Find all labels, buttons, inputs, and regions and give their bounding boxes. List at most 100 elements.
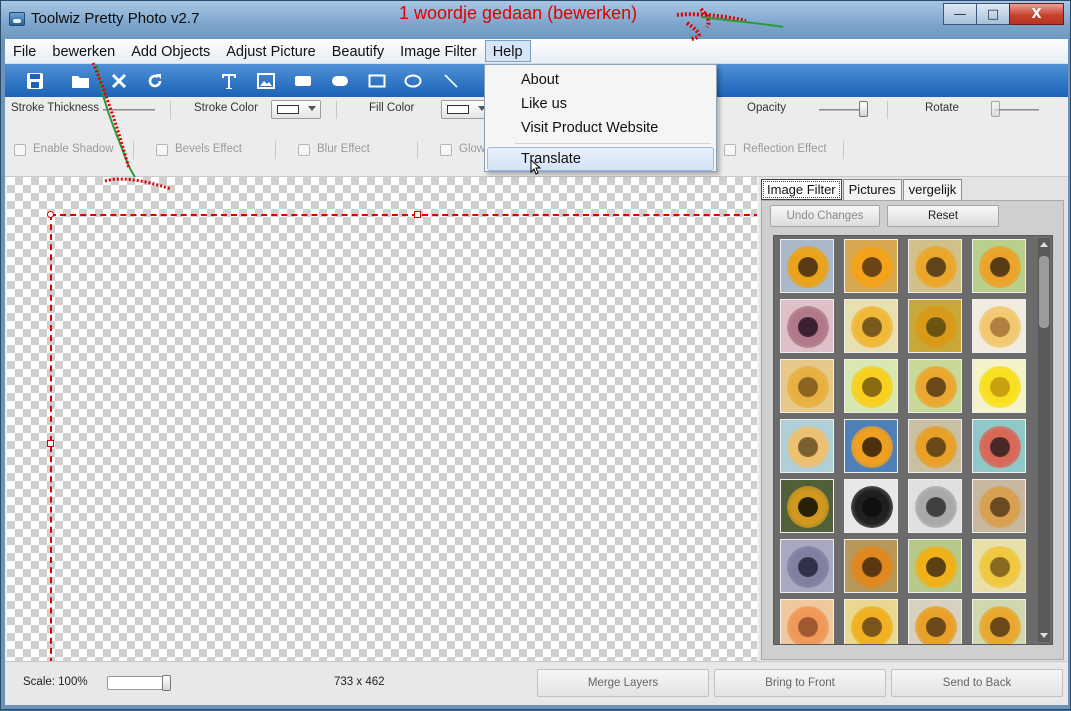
- menu-item-about[interactable]: About: [487, 68, 714, 92]
- menu-bar: File bewerken Add Objects Adjust Picture…: [5, 39, 1068, 64]
- save-icon[interactable]: [23, 69, 47, 93]
- filter-thumbnail[interactable]: [780, 479, 834, 533]
- glow-effect-checkbox[interactable]: [440, 144, 452, 156]
- menu-image-filter[interactable]: Image Filter: [392, 40, 485, 62]
- filter-thumbnail[interactable]: [780, 419, 834, 473]
- scale-slider-thumb[interactable]: [162, 675, 171, 691]
- menu-adjust-picture[interactable]: Adjust Picture: [218, 40, 323, 62]
- opacity-slider-thumb[interactable]: [859, 101, 868, 117]
- filter-thumbnail[interactable]: [908, 239, 962, 293]
- sunflower-center: [862, 377, 882, 397]
- filled-rect-icon[interactable]: [291, 69, 315, 93]
- reset-button[interactable]: Reset: [887, 205, 999, 227]
- filter-thumbnail[interactable]: [844, 239, 898, 293]
- rectangle-icon[interactable]: [365, 69, 389, 93]
- maximize-button[interactable]: □: [976, 3, 1010, 25]
- undo-changes-button[interactable]: Undo Changes: [770, 205, 880, 227]
- reflection-effect-checkbox[interactable]: [724, 144, 736, 156]
- filter-thumbnail[interactable]: [844, 299, 898, 353]
- menu-bewerken[interactable]: bewerken: [44, 40, 123, 62]
- stroke-thickness-slider[interactable]: [103, 109, 155, 111]
- delete-icon[interactable]: [107, 69, 131, 93]
- sunflower-center: [862, 437, 882, 457]
- rotate-slider[interactable]: [995, 109, 1039, 111]
- scroll-up-icon[interactable]: [1040, 242, 1048, 247]
- image-icon[interactable]: [254, 69, 278, 93]
- filter-thumbnail[interactable]: [908, 599, 962, 644]
- scroll-down-icon[interactable]: [1040, 633, 1048, 638]
- sunflower-center: [798, 377, 818, 397]
- canvas-dimensions: 733 x 462: [334, 676, 385, 688]
- menu-item-translate[interactable]: Translate: [487, 147, 714, 171]
- scrollbar-thumb[interactable]: [1039, 256, 1049, 328]
- divider: [417, 141, 418, 159]
- filter-thumbnail[interactable]: [780, 239, 834, 293]
- bevels-effect-checkbox[interactable]: [156, 144, 168, 156]
- filter-thumbnail[interactable]: [972, 419, 1026, 473]
- resize-handle-left[interactable]: [47, 440, 54, 447]
- filter-thumbnail[interactable]: [908, 359, 962, 413]
- filter-thumbnail[interactable]: [908, 539, 962, 593]
- tab-image-filter[interactable]: Image Filter: [761, 179, 842, 200]
- filter-thumbnail[interactable]: [780, 599, 834, 644]
- rotate-label: Rotate: [925, 102, 959, 114]
- menu-item-like-us[interactable]: Like us: [487, 92, 714, 116]
- stroke-color-picker[interactable]: [271, 100, 321, 119]
- menu-item-visit-website[interactable]: Visit Product Website: [487, 116, 714, 140]
- menu-help[interactable]: Help: [484, 40, 531, 62]
- rounded-rect-icon[interactable]: [328, 69, 352, 93]
- filter-thumbnail[interactable]: [972, 239, 1026, 293]
- filter-thumbnail[interactable]: [844, 539, 898, 593]
- bring-to-front-button[interactable]: Bring to Front: [714, 669, 886, 697]
- rotate-slider-thumb[interactable]: [991, 101, 1000, 117]
- filter-thumbnail[interactable]: [780, 299, 834, 353]
- filter-thumbnail[interactable]: [780, 539, 834, 593]
- filter-thumbnail[interactable]: [844, 419, 898, 473]
- sunflower-center: [926, 257, 946, 277]
- send-to-back-button[interactable]: Send to Back: [891, 669, 1063, 697]
- sunflower-center: [926, 617, 946, 637]
- close-button[interactable]: X: [1009, 3, 1064, 25]
- filter-thumbnail[interactable]: [908, 299, 962, 353]
- menu-file[interactable]: File: [5, 40, 44, 62]
- rotate-handle[interactable]: [47, 211, 54, 218]
- tab-vergelijk[interactable]: vergelijk: [902, 179, 963, 200]
- enable-shadow-checkbox[interactable]: [14, 144, 26, 156]
- title-bar[interactable]: Toolwiz Pretty Photo v2.7 1 woordje geda…: [1, 1, 1070, 39]
- minimize-button[interactable]: —: [943, 3, 977, 25]
- refresh-icon[interactable]: [143, 69, 167, 93]
- merge-layers-button[interactable]: Merge Layers: [537, 669, 709, 697]
- blur-effect-checkbox[interactable]: [298, 144, 310, 156]
- tab-pictures[interactable]: Pictures: [842, 179, 902, 200]
- filter-thumbnail[interactable]: [844, 359, 898, 413]
- menu-add-objects[interactable]: Add Objects: [123, 40, 218, 62]
- filter-thumbnail[interactable]: [844, 599, 898, 644]
- glow-effect-label: Glow: [459, 143, 486, 155]
- filter-thumbnail[interactable]: [908, 419, 962, 473]
- filter-thumbnail[interactable]: [780, 359, 834, 413]
- open-folder-icon[interactable]: [69, 69, 93, 93]
- filter-thumbnail[interactable]: [972, 479, 1026, 533]
- ellipse-icon[interactable]: [401, 69, 425, 93]
- filter-thumbnail[interactable]: [844, 479, 898, 533]
- filter-thumbnail[interactable]: [972, 539, 1026, 593]
- side-panel: Image Filter Pictures vergelijk Undo Cha…: [759, 177, 1068, 661]
- scale-slider[interactable]: [107, 676, 169, 690]
- text-icon[interactable]: [217, 69, 241, 93]
- sunflower-center: [990, 497, 1010, 517]
- filter-thumbnail[interactable]: [972, 359, 1026, 413]
- line-icon[interactable]: [439, 69, 463, 93]
- filter-thumbnail[interactable]: [972, 599, 1026, 644]
- sunflower-center: [798, 557, 818, 577]
- filter-thumbnail-grid: [773, 235, 1053, 645]
- menu-beautify[interactable]: Beautify: [324, 40, 392, 62]
- drawing-canvas[interactable]: [7, 177, 757, 661]
- filter-thumbnail[interactable]: [972, 299, 1026, 353]
- sunflower-center: [990, 317, 1010, 337]
- vertical-scrollbar[interactable]: [1038, 238, 1050, 642]
- resize-handle-top[interactable]: [414, 211, 421, 218]
- filter-thumbnail[interactable]: [908, 479, 962, 533]
- annotation-text: 1 woordje gedaan (bewerken): [399, 3, 638, 23]
- sunflower-center: [926, 497, 946, 517]
- sunflower-center: [862, 257, 882, 277]
